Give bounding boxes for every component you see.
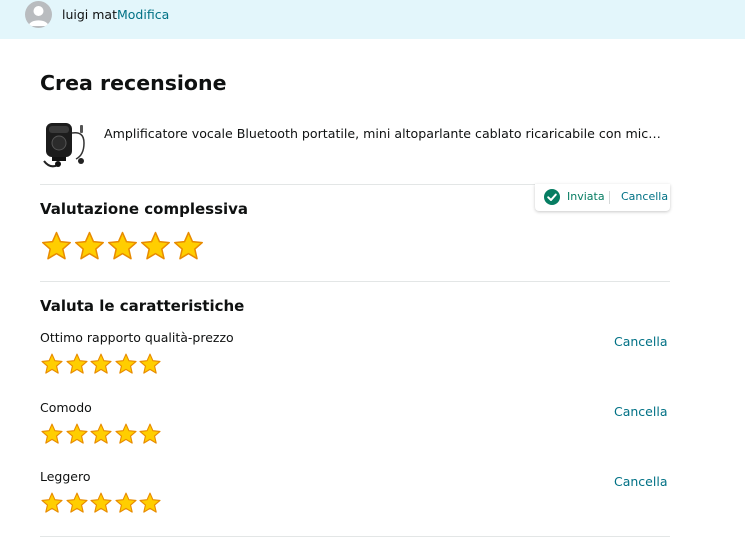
star-icon[interactable] — [40, 422, 64, 445]
feature-star-rating — [40, 352, 163, 375]
overall-star-rating — [40, 230, 205, 261]
star-icon[interactable] — [139, 230, 172, 261]
feature-label: Leggero — [40, 469, 91, 484]
top-bar: luigi mat Modifica — [0, 0, 745, 39]
status-text: Inviata — [567, 190, 605, 203]
star-icon[interactable] — [65, 491, 89, 514]
overall-rating-heading: Valutazione complessiva — [40, 200, 249, 218]
feature-star-rating — [40, 491, 163, 514]
star-icon[interactable] — [89, 491, 113, 514]
page-title: Crea recensione — [40, 71, 227, 95]
feature-label: Ottimo rapporto qualità-prezzo — [40, 330, 234, 345]
overall-cancel-link[interactable]: Cancella — [621, 190, 668, 203]
separator — [609, 191, 610, 204]
feature-label: Comodo — [40, 400, 92, 415]
star-icon[interactable] — [114, 352, 138, 375]
avatar — [25, 1, 52, 28]
star-icon[interactable] — [73, 230, 106, 261]
user-silhouette-icon — [28, 6, 49, 26]
star-icon[interactable] — [138, 491, 162, 514]
star-icon[interactable] — [65, 422, 89, 445]
star-icon[interactable] — [138, 422, 162, 445]
check-circle-icon — [544, 189, 560, 205]
feature-cancel-link[interactable]: Cancella — [614, 404, 667, 419]
star-icon[interactable] — [106, 230, 139, 261]
star-icon[interactable] — [40, 491, 64, 514]
feature-cancel-link[interactable]: Cancella — [614, 334, 667, 349]
star-icon[interactable] — [114, 422, 138, 445]
star-icon[interactable] — [40, 352, 64, 375]
feature-star-rating — [40, 422, 163, 445]
feature-ratings-heading: Valuta le caratteristiche — [40, 297, 245, 315]
divider — [40, 536, 670, 537]
edit-profile-link[interactable]: Modifica — [117, 7, 169, 22]
divider — [40, 281, 670, 282]
star-icon[interactable] — [40, 230, 73, 261]
feature-cancel-link[interactable]: Cancella — [614, 474, 667, 489]
product-title: Amplificatore vocale Bluetooth portatile… — [104, 126, 664, 141]
submission-status: Inviata Cancella — [535, 184, 670, 211]
username: luigi mat — [62, 7, 117, 22]
star-icon[interactable] — [138, 352, 162, 375]
star-icon[interactable] — [172, 230, 205, 261]
star-icon[interactable] — [89, 352, 113, 375]
star-icon[interactable] — [114, 491, 138, 514]
star-icon[interactable] — [65, 352, 89, 375]
product-image — [40, 113, 92, 171]
star-icon[interactable] — [89, 422, 113, 445]
